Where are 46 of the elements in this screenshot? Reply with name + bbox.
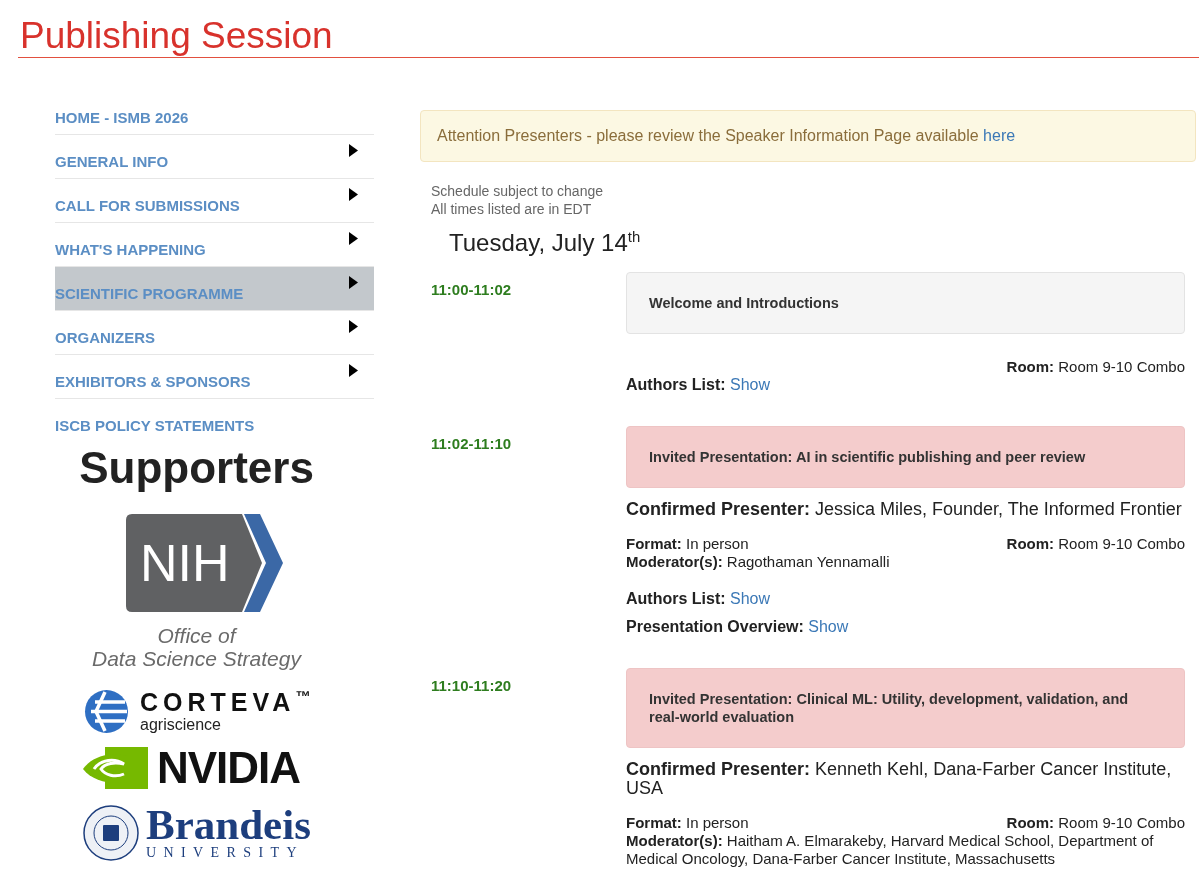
section-label: Authors List: (626, 590, 726, 607)
nav-menu-item[interactable]: ISCB POLICY STATEMENTS (55, 399, 374, 442)
schedule-note: Schedule subject to change (431, 182, 604, 200)
presenter-line: Confirmed Presenter: Kenneth Kehl, Dana-Farber Cancer Institute, USA (626, 760, 1173, 798)
show-link[interactable]: Show (730, 376, 771, 393)
supporters-heading: Supporters (79, 442, 314, 494)
nav-menu-item[interactable]: GENERAL INFO (55, 135, 374, 179)
show-link[interactable]: Show (730, 590, 771, 607)
detail-line: Moderator(s): Haitham A. Elmarakeby, Harvard Medical School, Department of Medical Oncology, Dana-Farber Cancer Institute, Massachusetts (626, 832, 1155, 868)
schedule-note: All times listed are in EDT (431, 200, 593, 218)
room-line: Room: Room 9-10 Combo (1006, 814, 1185, 832)
detail-line: Moderator(s): Ragothaman Yennamalli (626, 553, 890, 571)
logo-caption: Office of Data Science Strategy (92, 624, 301, 670)
presenter-line: Confirmed Presenter: Jessica Miles, Founder, The Informed Frontier (626, 500, 1183, 519)
chevron-badge-icon (126, 514, 283, 612)
session-time: 11:10-11:20 (431, 676, 513, 696)
seal-icon (83, 805, 139, 861)
here-link[interactable]: here (983, 127, 1016, 144)
notice-text: Attention Presenters - please review the Speaker Information Page available here (437, 126, 1017, 146)
nav-menu-item[interactable]: HOME - ISMB 2026 (55, 91, 374, 135)
section-label: Authors List: (626, 376, 726, 393)
striped-globe-icon (83, 688, 128, 734)
logo-name: CORTEVA$^{™}$ (140, 688, 316, 716)
session-title: Invited Presentation: AI in scientific publishing and peer review (649, 449, 1086, 465)
nav-menu-item[interactable]: EXHIBITORS & SPONSORS (55, 355, 374, 399)
nav-menu-item[interactable]: ORGANIZERS (55, 311, 374, 355)
logo-mark-text: NIH (140, 535, 230, 591)
detail-line: Format: In person (626, 814, 749, 832)
page-title: Publishing Session (20, 15, 334, 57)
session-title: Invited Presentation: Clinical ML: Utility, development, validation, and real-world evaluation (649, 691, 1129, 725)
logo-tagline: agriscience (140, 716, 221, 734)
day-heading: Tuesday, July 14$^{th}$ (449, 229, 642, 257)
section-label: Presentation Overview: (626, 618, 804, 635)
session-title: Welcome and Introductions (649, 295, 839, 311)
nav-menu-item[interactable]: CALL FOR SUBMISSIONS (55, 179, 374, 223)
room-line: Room: Room 9-10 Combo (1006, 358, 1185, 376)
eye-swirl-icon (83, 747, 148, 789)
logo-name: NVIDIA (157, 747, 301, 789)
show-link[interactable]: Show (808, 618, 849, 635)
logo-name: Brandeis (146, 805, 311, 845)
nav-menu-item[interactable]: SCIENTIFIC PROGRAMME (55, 267, 374, 311)
session-time: 11:00-11:02 (431, 280, 513, 300)
detail-line: Format: In person (626, 535, 749, 553)
logo-tagline: UNIVERSITY (146, 845, 304, 861)
room-line: Room: Room 9-10 Combo (1006, 535, 1185, 553)
session-time: 11:02-11:10 (431, 434, 513, 454)
